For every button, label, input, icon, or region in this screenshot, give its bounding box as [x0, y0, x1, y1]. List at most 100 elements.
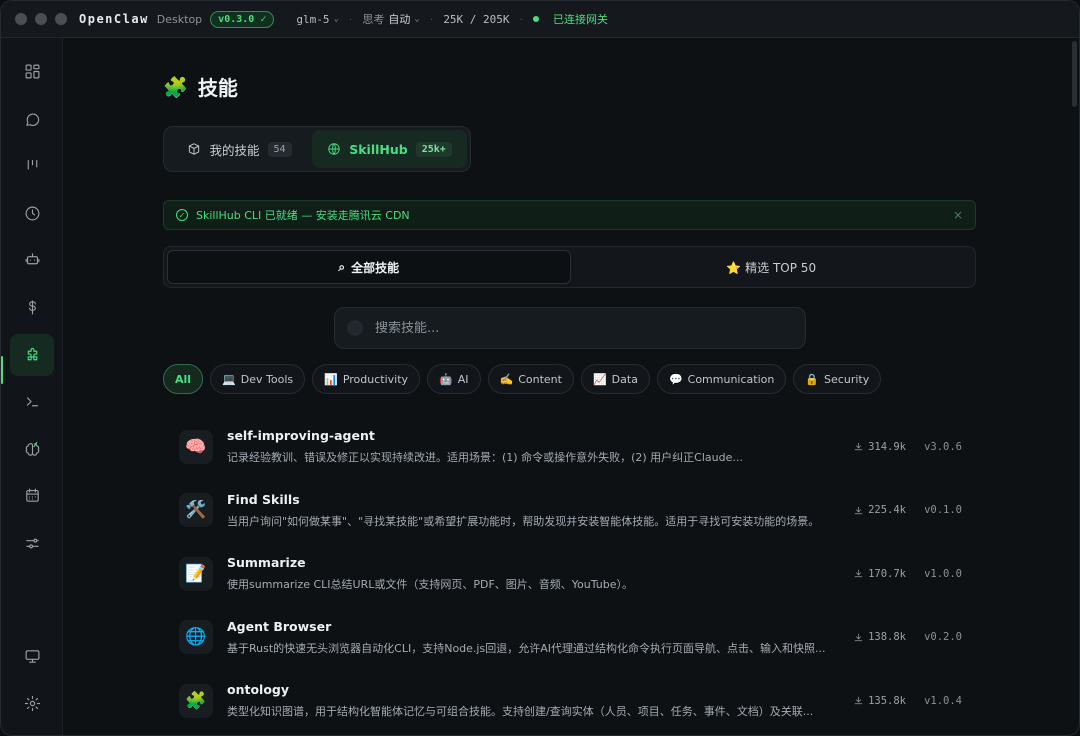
subtab-label: ⭐ 精选 TOP 50	[726, 260, 817, 275]
skill-text: self-improving-agent 记录经验教训、错误及修正以实现持续改进…	[227, 428, 847, 465]
skill-text: ontology 类型化知识图谱，用于结构化智能体记忆与可组合技能。支持创建/查…	[227, 682, 847, 719]
close-icon[interactable]: ×	[953, 208, 963, 222]
token-usage: 25K / 205K	[443, 12, 510, 26]
skill-filter-tabs: ⌕ 全部技能 ⭐ 精选 TOP 50	[163, 246, 976, 288]
think-selector[interactable]: 思考 自动 ⌄	[362, 11, 419, 27]
download-count-text: 138.8k	[868, 631, 906, 644]
download-icon	[854, 506, 863, 514]
download-icon	[854, 443, 863, 451]
sidebar-item-settings-panel[interactable]	[10, 522, 54, 564]
category-chip-communication[interactable]: 💬 Communication	[656, 364, 787, 394]
tab-all-skills[interactable]: ⌕ 全部技能	[167, 250, 571, 284]
chip-label: All	[175, 372, 192, 386]
monitor-icon	[25, 649, 39, 663]
skill-row[interactable]: 🧩 ontology 类型化知识图谱，用于结构化智能体记忆与可组合技能。支持创建…	[163, 669, 976, 733]
sidebar-item-kanban[interactable]	[10, 144, 54, 186]
robot-icon: 🤖	[439, 372, 453, 386]
search-icon: ⌕	[338, 259, 346, 274]
category-chip-security[interactable]: 🔒 Security	[793, 364, 882, 394]
category-chip-all[interactable]: All	[163, 364, 204, 394]
search-input[interactable]	[375, 320, 775, 336]
notice-text: SkillHub CLI 已就绪 — 安装走腾讯云 CDN	[196, 209, 410, 222]
skill-text: Find Skills 当用户询问"如何做某事"、"寻找某技能"或希望扩展功能时…	[227, 492, 847, 529]
sliders-icon	[25, 538, 39, 548]
sidebar-item-display[interactable]	[10, 635, 54, 677]
sidebar-item-skills[interactable]	[10, 334, 54, 376]
skill-version: v3.0.6	[924, 440, 962, 453]
sidebar-item-settings[interactable]	[10, 682, 54, 724]
chip-label: Data	[611, 372, 638, 386]
main-content: 🧩 技能 我的技能 54 SkillHub 25k+ ✓ SkillHub CL…	[63, 38, 1079, 735]
tab-skillhub[interactable]: SkillHub 25k+	[312, 130, 467, 168]
minimize-window-button[interactable]	[35, 13, 47, 25]
separator: ·	[519, 12, 524, 26]
download-icon	[854, 570, 863, 578]
skill-name: self-improving-agent	[227, 428, 375, 444]
category-chips: All 💻 Dev Tools 📊 Productivity 🤖 AI ✍️ Conte…	[163, 364, 882, 394]
download-count-text: 135.8k	[868, 694, 906, 707]
sidebar-item-calendar[interactable]	[10, 474, 54, 516]
sidebar-item-terminal[interactable]	[10, 380, 54, 422]
tab-top-50[interactable]: ⭐ 精选 TOP 50	[571, 250, 973, 284]
puzzle-icon: 🧩	[163, 74, 188, 99]
sidebar-item-billing[interactable]	[10, 286, 54, 328]
tools-icon: 🛠️	[179, 493, 213, 528]
close-window-button[interactable]	[15, 13, 27, 25]
robot-icon	[25, 252, 39, 264]
dollar-icon	[28, 300, 36, 314]
laptop-icon: 💻	[222, 372, 236, 386]
tab-label: 我的技能	[209, 142, 260, 158]
download-count: 170.7k	[853, 568, 906, 580]
sidebar-item-chat[interactable]	[10, 98, 54, 140]
count-badge: 54	[267, 141, 292, 157]
status-dot-icon	[533, 16, 540, 22]
skill-version: v1.0.0	[924, 567, 962, 580]
app-window: OpenClaw Desktop v0.3.0 ✓ glm-5 ⌄ · 思考 自…	[0, 0, 1080, 736]
download-count: 314.9k	[853, 441, 906, 453]
category-chip-data[interactable]: 📈 Data	[580, 364, 650, 394]
page-title-text: 技能	[197, 76, 238, 100]
sidebar-item-agents[interactable]	[10, 238, 54, 280]
trend-icon: 📈	[592, 372, 607, 386]
page-title: 🧩 技能	[163, 72, 238, 101]
category-chip-ai[interactable]: 🤖 AI	[427, 364, 481, 394]
subtab-label: 全部技能	[351, 260, 400, 275]
category-chip-dev-tools[interactable]: 💻 Dev Tools	[210, 364, 306, 394]
sidebar-item-memory[interactable]	[10, 428, 54, 470]
gear-icon	[24, 695, 40, 711]
puzzle-icon	[27, 347, 37, 360]
skill-row[interactable]: 🌐 Agent Browser 基于Rust的快速无头浏览器自动化CLI，支持N…	[163, 606, 976, 670]
download-icon	[854, 697, 863, 705]
skill-description: 使用summarize CLI总结URL或文件（支持网页、PDF、图片、音频、Y…	[227, 578, 634, 592]
download-count: 138.8k	[853, 631, 906, 643]
skill-description: 类型化知识图谱，用于结构化智能体记忆与可组合技能。支持创建/查询实体（人员、项目…	[227, 705, 814, 719]
download-icon	[854, 633, 863, 641]
kanban-icon	[27, 159, 37, 170]
category-chip-content[interactable]: ✍️ Content	[487, 364, 574, 394]
skill-version: v0.1.0	[924, 504, 962, 517]
model-selector[interactable]: glm-5 ⌄	[296, 13, 339, 26]
brain-icon	[25, 441, 39, 456]
tab-my-skills[interactable]: 我的技能 54	[167, 130, 312, 168]
calendar-icon	[25, 488, 39, 502]
status-notice: ✓ SkillHub CLI 已就绪 — 安装走腾讯云 CDN ×	[163, 200, 976, 230]
skill-version: v0.2.0	[924, 631, 962, 644]
sidebar-item-schedule[interactable]	[10, 192, 54, 234]
sidebar-item-dashboard[interactable]	[10, 50, 54, 92]
separator: ·	[348, 12, 353, 26]
skill-row[interactable]: 🛠️ Find Skills 当用户询问"如何做某事"、"寻找某技能"或希望扩展…	[163, 479, 976, 543]
think-label: 思考	[362, 13, 385, 26]
category-chip-productivity[interactable]: 📊 Productivity	[312, 364, 421, 394]
download-count-text: 170.7k	[868, 567, 906, 580]
count-badge: 25k+	[415, 141, 452, 157]
skill-name: Agent Browser	[227, 618, 332, 634]
speech-bubble-icon: 💬	[668, 372, 683, 386]
dashboard-icon	[25, 64, 39, 78]
skill-row[interactable]: 🧠 self-improving-agent 记录经验教训、错误及修正以实现持续…	[163, 415, 976, 479]
globe-icon	[328, 143, 340, 155]
clock-icon	[25, 206, 39, 220]
skill-row[interactable]: 📝 Summarize 使用summarize CLI总结URL或文件（支持网页…	[163, 542, 976, 606]
maximize-window-button[interactable]	[55, 13, 67, 25]
search-box	[334, 307, 806, 349]
version-badge: v0.3.0 ✓	[210, 10, 275, 28]
